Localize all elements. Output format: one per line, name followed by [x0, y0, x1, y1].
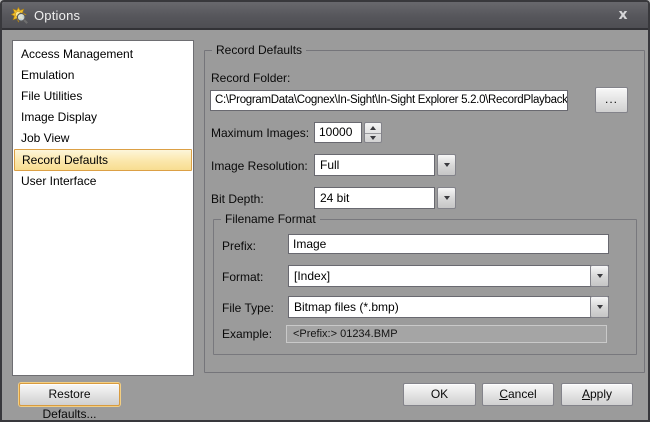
record-folder-input[interactable]: C:\ProgramData\Cognex\In-Sight\In-Sight … — [210, 90, 568, 111]
format-dropdown-button[interactable] — [590, 265, 609, 287]
restore-defaults-button[interactable]: Restore Defaults... — [19, 383, 120, 406]
chevron-down-icon — [597, 305, 603, 309]
record-defaults-group: Record Defaults Record Folder: C:\Progra… — [204, 50, 645, 373]
bit-depth-label: Bit Depth: — [211, 192, 264, 206]
format-value: [Index] — [288, 265, 609, 287]
category-list: Access Management Emulation File Utiliti… — [12, 40, 194, 376]
file-type-dropdown-button[interactable] — [590, 296, 609, 318]
file-type-value: Bitmap files (*.bmp) — [288, 296, 609, 318]
ok-button[interactable]: OK — [403, 383, 476, 406]
maximum-images-input[interactable]: 10000 — [314, 122, 362, 143]
bit-depth-value: 24 bit — [314, 187, 435, 209]
file-type-label: File Type: — [222, 301, 274, 315]
image-resolution-label: Image Resolution: — [211, 159, 308, 173]
bit-depth-dropdown-button[interactable] — [437, 187, 456, 209]
record-defaults-group-title: Record Defaults — [212, 43, 306, 57]
chevron-down-icon — [444, 163, 450, 167]
maximum-images-spinner[interactable] — [364, 122, 382, 143]
format-label: Format: — [222, 270, 263, 284]
spinner-down-icon[interactable] — [365, 133, 381, 143]
cancel-button[interactable]: Cancel — [482, 383, 554, 406]
sidebar-item-image-display[interactable]: Image Display — [13, 107, 193, 128]
sidebar-item-user-interface[interactable]: User Interface — [13, 171, 193, 192]
image-resolution-dropdown-button[interactable] — [437, 154, 456, 176]
filename-format-group: Filename Format Prefix: Image Format: [I… — [213, 219, 637, 355]
format-select[interactable]: [Index] — [288, 265, 609, 287]
bit-depth-select[interactable]: 24 bit — [314, 187, 456, 209]
filename-format-group-title: Filename Format — [221, 212, 320, 226]
window-title: Options — [34, 8, 80, 23]
close-icon[interactable]: x — [612, 6, 634, 26]
sidebar-item-access-management[interactable]: Access Management — [13, 44, 193, 65]
maximum-images-label: Maximum Images: — [211, 126, 309, 140]
example-label: Example: — [222, 327, 272, 341]
sidebar-item-record-defaults[interactable]: Record Defaults — [14, 149, 192, 171]
spinner-up-icon[interactable] — [365, 123, 381, 133]
sidebar-item-file-utilities[interactable]: File Utilities — [13, 86, 193, 107]
example-value: <Prefix:> 01234.BMP — [286, 325, 607, 343]
record-folder-label: Record Folder: — [211, 71, 290, 85]
prefix-input[interactable]: Image — [288, 234, 609, 254]
file-type-select[interactable]: Bitmap files (*.bmp) — [288, 296, 609, 318]
sidebar-item-emulation[interactable]: Emulation — [13, 65, 193, 86]
image-resolution-value: Full — [314, 154, 435, 176]
browse-button[interactable]: ... — [595, 87, 628, 113]
chevron-down-icon — [444, 196, 450, 200]
apply-button[interactable]: Apply — [561, 383, 633, 406]
options-dialog: Options x Access Management Emulation Fi… — [0, 0, 650, 422]
prefix-label: Prefix: — [222, 239, 256, 253]
image-resolution-select[interactable]: Full — [314, 154, 456, 176]
sidebar-item-job-view[interactable]: Job View — [13, 128, 193, 149]
options-gear-magnifier-icon — [11, 7, 28, 24]
chevron-down-icon — [597, 274, 603, 278]
titlebar[interactable]: Options x — [2, 2, 648, 30]
